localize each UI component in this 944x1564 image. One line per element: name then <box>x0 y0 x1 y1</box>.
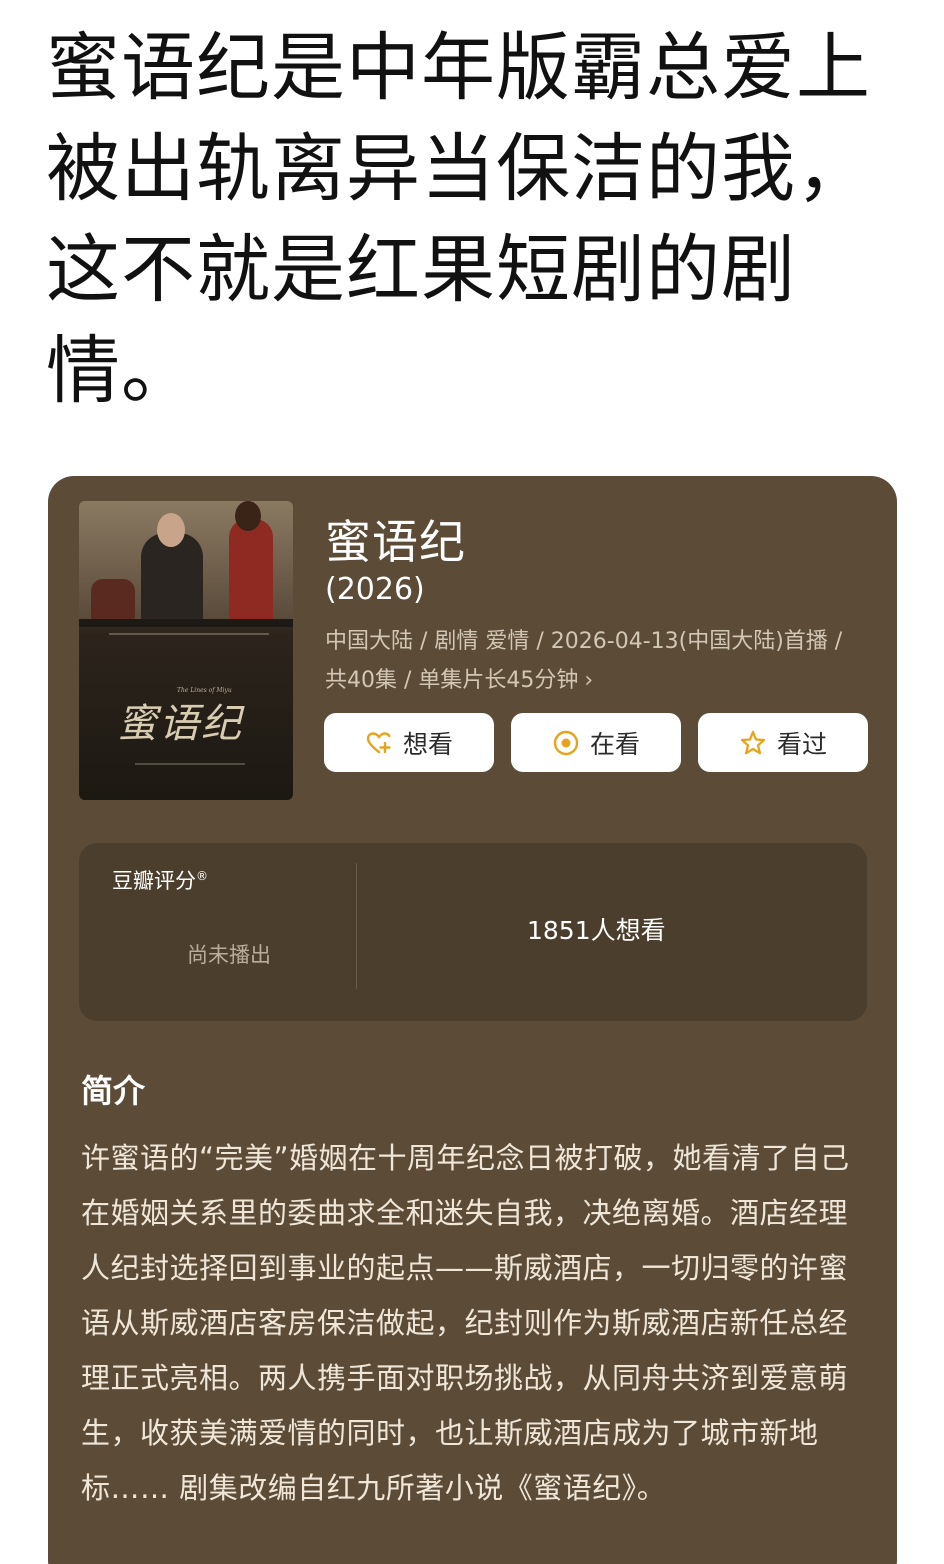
want-button[interactable]: 想看 <box>324 713 494 772</box>
watching-label: 在看 <box>589 729 640 759</box>
poster-actress <box>229 519 273 621</box>
rating-panel: 豆瓣评分® 尚未播出 1851人想看 <box>79 843 867 1021</box>
rating-divider <box>356 863 357 989</box>
intro-text: 许蜜语的“完美”婚姻在十周年纪念日被打破，她看清了自己在婚姻关系里的委曲求全和迷… <box>81 1141 850 1505</box>
post-headline: 蜜语纪是中年版霸总爱上被出轨离异当保洁的我，这不就是红果短剧的剧情。 <box>46 25 871 414</box>
poster-logo: 蜜语纪 <box>117 701 243 747</box>
rating-label: 豆瓣评分® <box>112 865 208 895</box>
target-icon <box>552 729 580 757</box>
chevron-right-icon[interactable]: › <box>584 668 593 693</box>
movie-card[interactable]: 蜜语纪 The Lines of Miyu 蜜语纪 (2026) 中国大陆 / … <box>48 476 897 1564</box>
star-icon <box>739 729 767 757</box>
poster-credits <box>109 633 269 635</box>
poster-fineprint <box>135 763 245 765</box>
poster-image[interactable]: 蜜语纪 The Lines of Miyu <box>79 501 293 800</box>
watched-button[interactable]: 看过 <box>698 713 868 772</box>
poster-subtitle: The Lines of Miyu <box>177 687 232 694</box>
poster-desk <box>79 619 293 627</box>
want-label: 想看 <box>402 729 453 759</box>
movie-title: 蜜语纪 <box>325 515 466 569</box>
heart-plus-icon <box>365 729 393 757</box>
poster-actor-head <box>157 513 185 547</box>
want-count[interactable]: 1851人想看 <box>527 911 666 947</box>
rating-label-text: 豆瓣评分 <box>112 869 196 893</box>
intro-heading: 简介 <box>81 1072 146 1110</box>
meta-line-1: 中国大陆 / 剧情 爱情 / 2026-04-13(中国大陆)首播 / <box>325 629 843 654</box>
registered-mark: ® <box>196 869 208 883</box>
movie-year: (2026) <box>325 572 425 607</box>
watched-label: 看过 <box>776 729 827 759</box>
watching-button[interactable]: 在看 <box>511 713 681 772</box>
poster-actress-head <box>235 501 261 531</box>
rating-status: 尚未播出 <box>187 943 271 967</box>
meta-line-2: 共40集 / 单集片长45分钟 › <box>325 661 885 700</box>
movie-meta[interactable]: 中国大陆 / 剧情 爱情 / 2026-04-13(中国大陆)首播 / 共40集… <box>325 622 885 700</box>
poster-chair <box>91 579 135 619</box>
meta-line-2-text: 共40集 / 单集片长45分钟 <box>325 668 579 693</box>
